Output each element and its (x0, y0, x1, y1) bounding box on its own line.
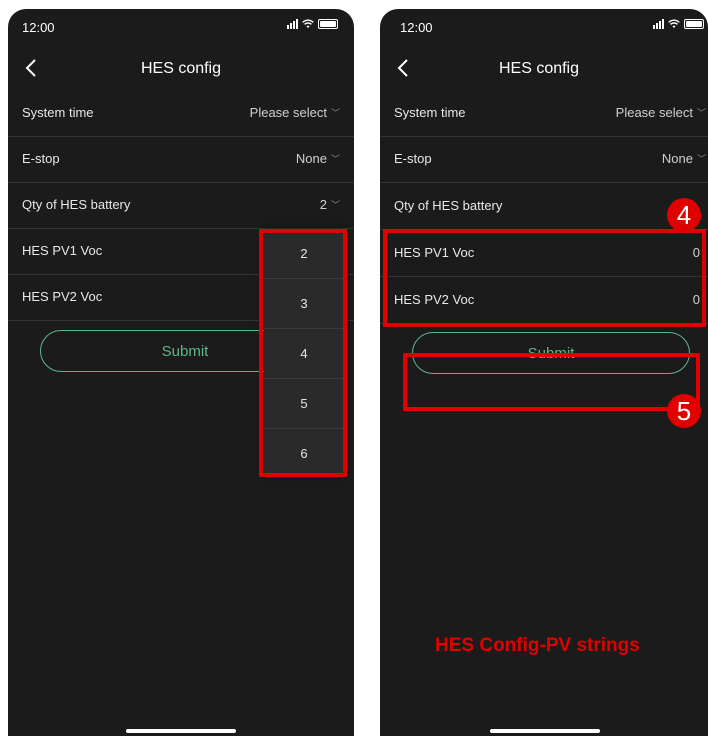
status-time: 12:00 (22, 20, 55, 35)
caption: HES Config-PV strings (435, 635, 640, 656)
home-indicator (490, 729, 600, 733)
status-bar: 12:00 (8, 9, 354, 45)
qty-battery-row[interactable]: Qty of HES battery (380, 183, 708, 230)
dropdown-highlight-box (259, 229, 347, 477)
status-time: 12:00 (400, 20, 433, 35)
submit-highlight-box (403, 353, 700, 411)
system-time-select[interactable]: Please select ﹀ (250, 105, 340, 120)
chevron-down-icon: ﹀ (696, 154, 706, 164)
pv-rows-highlight-box (383, 229, 706, 327)
wifi-icon (668, 19, 680, 28)
chevron-down-icon: ﹀ (330, 108, 340, 118)
status-icons (287, 19, 338, 29)
e-stop-row[interactable]: E-stop None ﹀ (8, 136, 354, 183)
system-time-label: System time (22, 105, 94, 120)
chevron-down-icon: ﹀ (330, 154, 340, 164)
qty-battery-label: Qty of HES battery (22, 197, 131, 212)
status-icons (653, 19, 704, 29)
battery-icon (684, 19, 704, 29)
step-5-badge: 5 (667, 394, 701, 428)
e-stop-label: E-stop (394, 151, 432, 166)
system-time-row[interactable]: System time Please select ﹀ (8, 90, 354, 137)
e-stop-label: E-stop (22, 151, 60, 166)
system-time-value: Please select (615, 105, 693, 120)
signal-icon (287, 19, 298, 29)
e-stop-select[interactable]: None ﹀ (296, 151, 340, 166)
system-time-value: Please select (249, 105, 327, 120)
step-4-badge: 4 (667, 198, 701, 232)
pv2-label: HES PV2 Voc (22, 289, 103, 304)
nav-bar: HES config (8, 53, 354, 85)
system-time-select[interactable]: Please select ﹀ (616, 105, 706, 120)
e-stop-value: None (661, 151, 693, 166)
e-stop-row[interactable]: E-stop None ﹀ (380, 136, 708, 183)
e-stop-value: None (295, 151, 327, 166)
pv1-label: HES PV1 Voc (22, 243, 103, 258)
signal-icon (653, 19, 664, 29)
e-stop-select[interactable]: None ﹀ (662, 151, 706, 166)
nav-bar: HES config (380, 53, 708, 85)
chevron-down-icon: ﹀ (330, 200, 340, 210)
wifi-icon (302, 19, 314, 28)
qty-battery-select[interactable]: 2 ﹀ (320, 197, 340, 212)
chevron-down-icon: ﹀ (696, 108, 706, 118)
qty-battery-row[interactable]: Qty of HES battery 2 ﹀ (8, 182, 354, 229)
qty-battery-value: 2 (319, 197, 327, 212)
qty-battery-label: Qty of HES battery (394, 198, 503, 213)
system-time-label: System time (394, 105, 466, 120)
battery-icon (318, 19, 338, 29)
page-title: HES config (498, 60, 580, 77)
page-title: HES config (140, 60, 222, 77)
home-indicator (126, 729, 236, 733)
system-time-row[interactable]: System time Please select ﹀ (380, 90, 708, 137)
status-bar: 12:00 (380, 9, 708, 45)
